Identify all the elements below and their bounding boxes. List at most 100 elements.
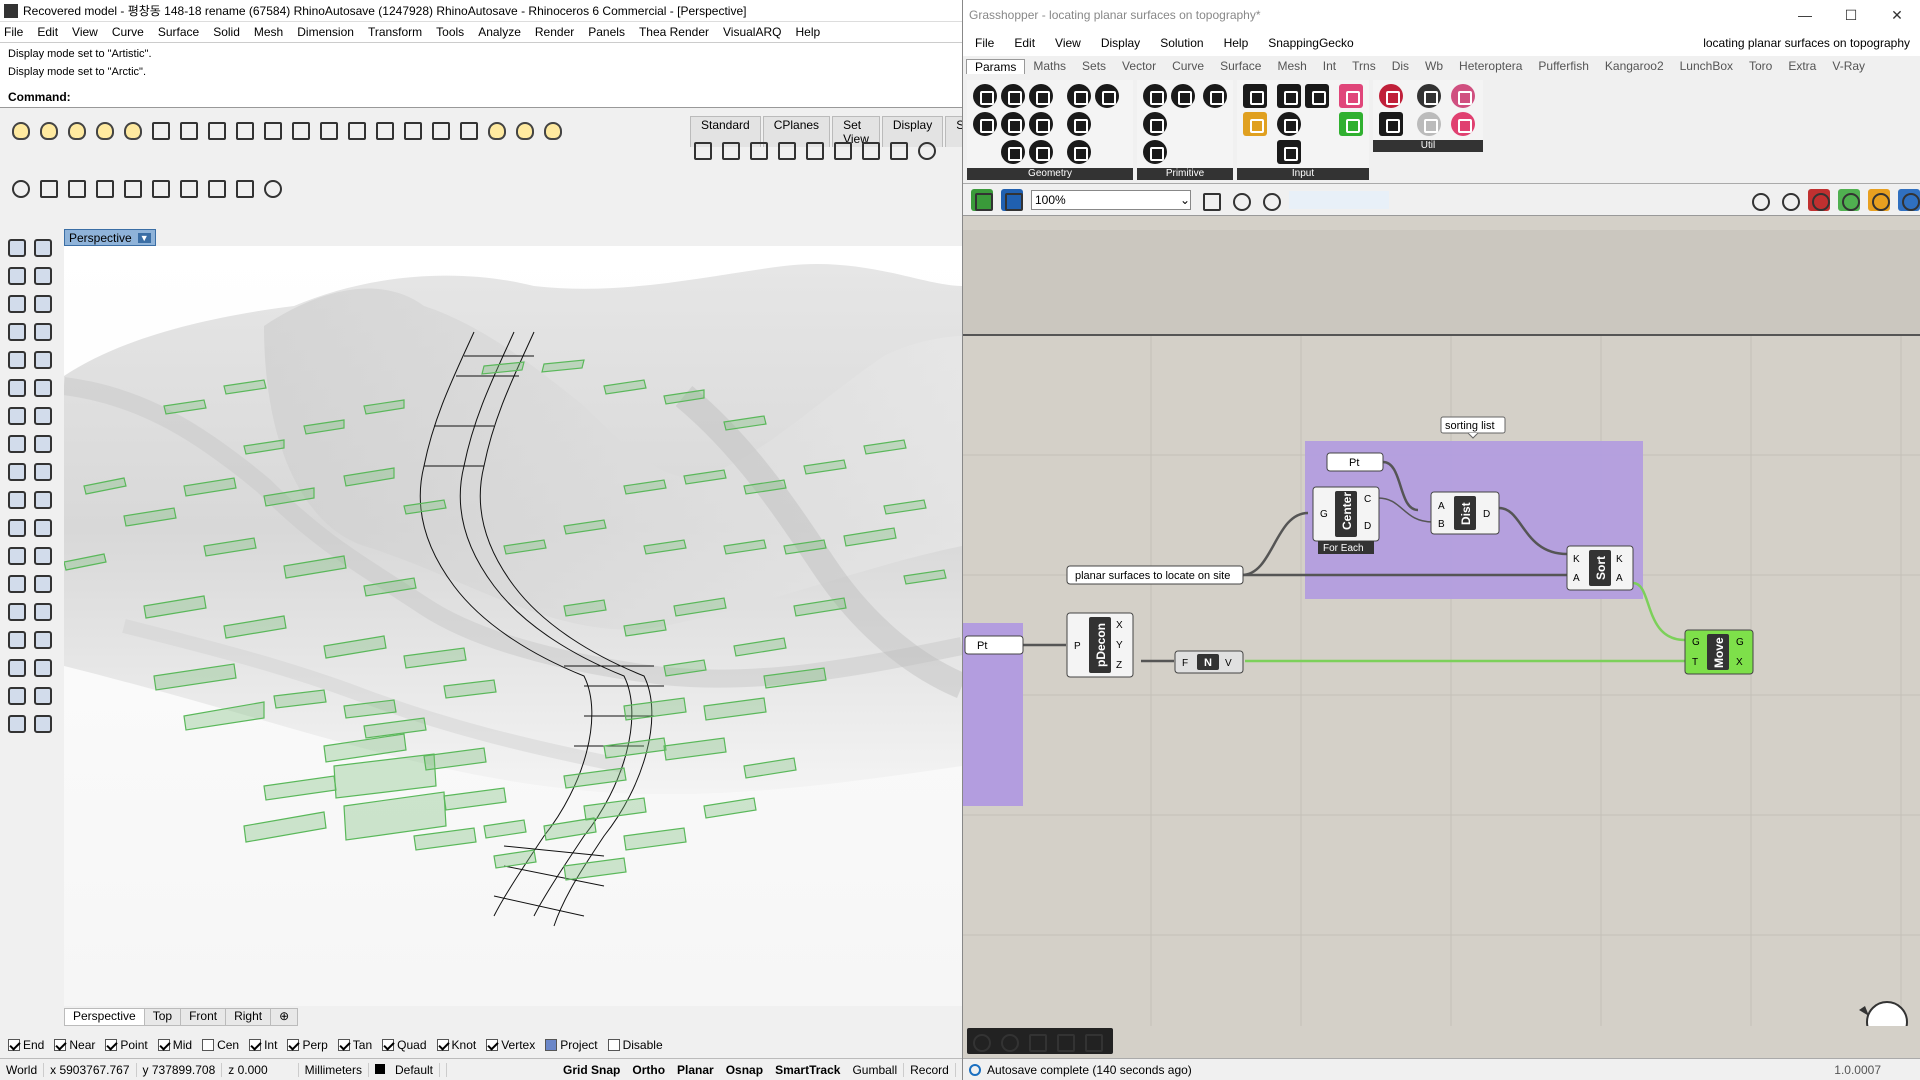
zoom-icon[interactable] xyxy=(914,138,936,160)
toggle-smarttrack[interactable]: SmartTrack xyxy=(769,1063,846,1077)
zoom-dropdown[interactable]: 100% ⌄ xyxy=(1031,189,1191,210)
input-icon[interactable] xyxy=(1277,84,1301,108)
tab-dis[interactable]: Dis xyxy=(1384,59,1417,73)
arrow-right-icon[interactable] xyxy=(1417,112,1441,136)
tab-params[interactable]: Params xyxy=(966,58,1026,74)
grid-array-icon[interactable] xyxy=(4,655,28,679)
text-icon[interactable] xyxy=(4,571,28,595)
param-icon[interactable] xyxy=(1143,84,1167,108)
checkbox[interactable] xyxy=(486,1039,499,1051)
menu-help[interactable]: Help xyxy=(795,25,820,39)
wire-icon[interactable] xyxy=(969,1030,991,1052)
checkbox[interactable] xyxy=(202,1039,215,1051)
layer-icon[interactable] xyxy=(288,118,310,140)
pencil-icon[interactable] xyxy=(997,1030,1019,1052)
mesh-icon[interactable] xyxy=(30,431,54,455)
array-icon[interactable] xyxy=(4,599,28,623)
tab-mesh[interactable]: Mesh xyxy=(1269,59,1314,73)
osnap-point[interactable]: Point xyxy=(105,1038,148,1052)
param-icon[interactable] xyxy=(1029,84,1053,108)
menu-mesh[interactable]: Mesh xyxy=(254,25,283,39)
osnap-int[interactable]: Int xyxy=(249,1038,277,1052)
param-icon[interactable] xyxy=(1143,140,1167,164)
input-icon[interactable] xyxy=(1305,84,1329,108)
tab-front[interactable]: Front xyxy=(180,1008,227,1026)
move-component[interactable]: Move G T G X xyxy=(1684,629,1754,675)
gh-menu-edit[interactable]: Edit xyxy=(1014,36,1035,50)
boolean-icon[interactable] xyxy=(4,515,28,539)
toggle-record[interactable]: Record xyxy=(904,1062,956,1077)
delete-icon[interactable] xyxy=(456,118,478,140)
preview-selected-icon[interactable] xyxy=(1838,188,1860,211)
light-bulb-icon[interactable] xyxy=(512,118,534,140)
tab-lunchbox[interactable]: LunchBox xyxy=(1672,59,1741,73)
tool-icon[interactable] xyxy=(92,176,114,198)
menu-dimension[interactable]: Dimension xyxy=(297,25,354,39)
checkbox[interactable] xyxy=(436,1039,449,1051)
param-icon[interactable] xyxy=(1067,140,1091,164)
viewport-title[interactable]: Perspective ▼ xyxy=(64,229,156,246)
zoom-extents-icon[interactable] xyxy=(1199,189,1221,211)
gh-menu-display[interactable]: Display xyxy=(1101,36,1140,50)
checkbox[interactable] xyxy=(8,1039,20,1051)
spellcheck-icon[interactable] xyxy=(1081,1030,1103,1052)
tab-curve[interactable]: Curve xyxy=(1164,59,1212,73)
tab-right[interactable]: Right xyxy=(225,1008,272,1026)
input-icon[interactable] xyxy=(1339,112,1363,136)
menu-curve[interactable]: Curve xyxy=(112,25,144,39)
gh-menu-help[interactable]: Help xyxy=(1224,36,1249,50)
gh-menu-file[interactable]: File xyxy=(975,36,994,50)
boolean-icon[interactable] xyxy=(30,515,54,539)
param-icon[interactable] xyxy=(1001,84,1025,108)
checkbox[interactable] xyxy=(54,1039,67,1051)
select-icon[interactable] xyxy=(400,118,422,140)
param-icon[interactable] xyxy=(1143,112,1167,136)
menu-thea-render[interactable]: Thea Render xyxy=(639,25,709,39)
osnap-end[interactable]: End xyxy=(8,1038,44,1052)
menu-surface[interactable]: Surface xyxy=(158,25,199,39)
transform-icon[interactable] xyxy=(4,459,28,483)
param-icon[interactable] xyxy=(1203,84,1227,108)
close-button[interactable]: ✕ xyxy=(1874,0,1920,30)
viewport-layout-icon[interactable] xyxy=(858,138,880,160)
canvas-compass-icon[interactable] xyxy=(1859,1001,1908,1027)
arrow-right-icon[interactable] xyxy=(1417,84,1441,108)
tab-top[interactable]: Top xyxy=(143,1008,182,1026)
ellipse-icon[interactable] xyxy=(4,347,28,371)
select-icon[interactable] xyxy=(372,118,394,140)
eye-icon[interactable] xyxy=(1229,189,1251,211)
param-icon[interactable] xyxy=(1001,140,1025,164)
tab-heteroptera[interactable]: Heteroptera xyxy=(1451,59,1530,73)
sketch-icon[interactable] xyxy=(1259,189,1281,211)
offset-icon[interactable] xyxy=(30,543,54,567)
osnap-knot[interactable]: Knot xyxy=(436,1038,476,1052)
menu-visualarq[interactable]: VisualARQ xyxy=(723,25,781,39)
osnap-quad[interactable]: Quad xyxy=(382,1038,427,1052)
tool-icon[interactable] xyxy=(204,176,226,198)
unit-vector-component[interactable]: N F V xyxy=(1174,650,1244,674)
gh-menu-snappinggecko[interactable]: SnappingGecko xyxy=(1268,36,1353,50)
light-bulb-icon[interactable] xyxy=(64,118,86,140)
command-input[interactable] xyxy=(74,90,875,104)
circle-icon[interactable] xyxy=(4,291,28,315)
tab-extra[interactable]: Extra xyxy=(1780,59,1824,73)
toggle-grid-snap[interactable]: Grid Snap xyxy=(557,1063,626,1077)
polygon-icon[interactable] xyxy=(4,319,28,343)
minimize-button[interactable]: — xyxy=(1782,0,1828,30)
menu-panels[interactable]: Panels xyxy=(588,25,625,39)
menu-file[interactable]: File xyxy=(4,25,23,39)
preview-shaded-icon[interactable] xyxy=(1808,188,1830,211)
viewport-layout-icon[interactable] xyxy=(690,138,712,160)
preview-quality-icon[interactable] xyxy=(1898,188,1920,211)
tab-vector[interactable]: Vector xyxy=(1114,59,1164,73)
menu-transform[interactable]: Transform xyxy=(368,25,422,39)
split-icon[interactable] xyxy=(30,487,54,511)
osnap-mid[interactable]: Mid xyxy=(157,1038,192,1052)
dist-component[interactable]: Dist A B D xyxy=(1430,491,1500,535)
param-icon[interactable] xyxy=(1451,84,1475,108)
param-icon[interactable] xyxy=(1067,84,1091,108)
center-component[interactable]: Center G C D For Each xyxy=(1312,486,1380,554)
layer-icon[interactable] xyxy=(148,118,170,140)
menu-solid[interactable]: Solid xyxy=(213,25,240,39)
cplane-name[interactable]: World xyxy=(0,1062,45,1077)
